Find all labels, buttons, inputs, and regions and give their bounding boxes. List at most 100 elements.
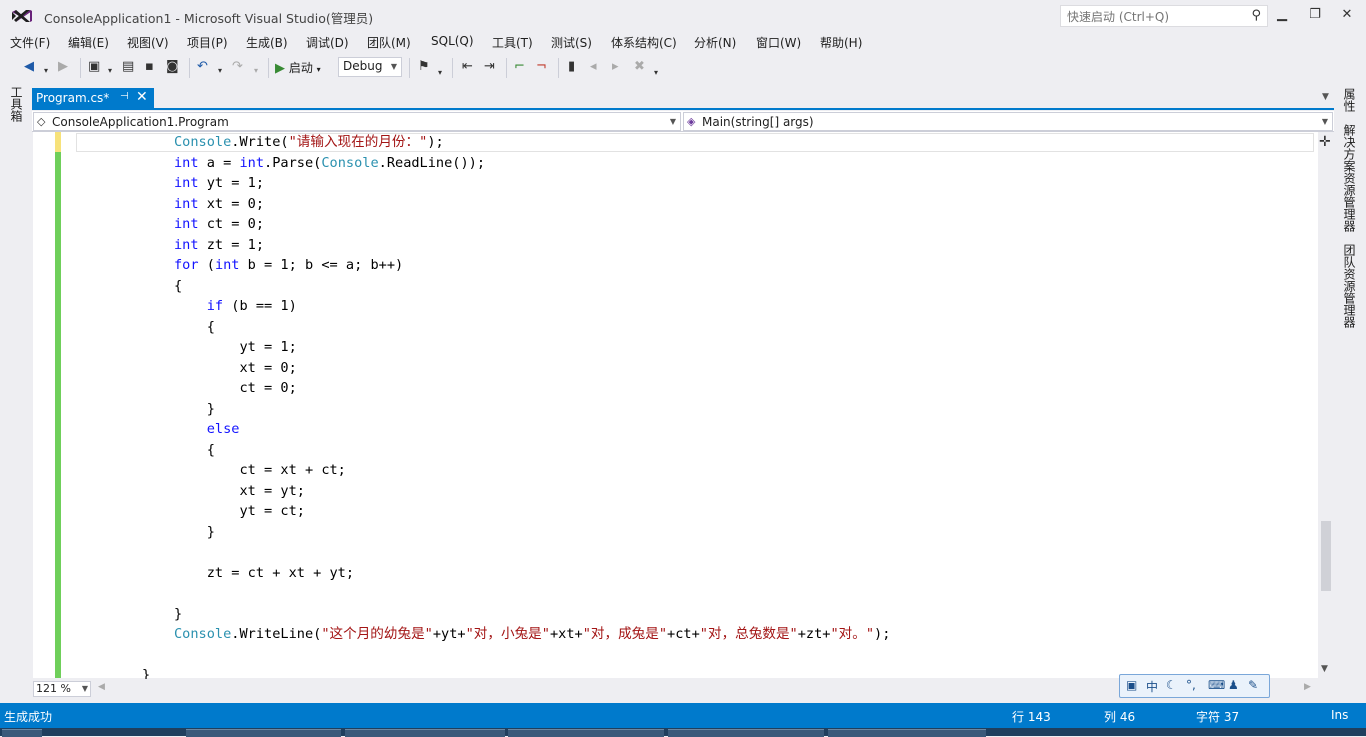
menu-tools[interactable]: 工具(T) — [492, 34, 533, 51]
menu-view[interactable]: 视图(V) — [127, 34, 169, 51]
user-icon[interactable]: ♟ — [1228, 678, 1239, 692]
menu-test[interactable]: 测试(S) — [551, 34, 592, 51]
menu-file[interactable]: 文件(F) — [10, 34, 50, 51]
code-line[interactable]: else — [174, 419, 240, 439]
toolbar-options-icon[interactable]: ▾ — [654, 65, 658, 81]
code-line[interactable]: if (b == 1) — [174, 296, 297, 316]
save-icon[interactable]: ▪ — [145, 59, 154, 75]
new-project-icon[interactable]: ▣ — [88, 59, 100, 75]
minimize-button[interactable]: ▁ — [1270, 6, 1294, 24]
menu-window[interactable]: 窗口(W) — [756, 34, 801, 51]
quick-launch-input[interactable] — [1065, 7, 1239, 27]
find-in-files-icon[interactable]: ⚑ — [418, 59, 430, 75]
code-line[interactable]: Console.Write("请输入现在的月份："); — [174, 132, 444, 152]
uncomment-icon[interactable]: ¬ — [536, 59, 547, 75]
save-all-icon[interactable]: ◙ — [166, 59, 179, 75]
member-dropdown[interactable]: ◈ Main(string[] args) ▼ — [683, 112, 1333, 131]
increase-indent-icon[interactable]: ⇥ — [484, 59, 495, 75]
code-line[interactable]: } — [174, 604, 182, 624]
back-dropdown-icon[interactable]: ▾ — [44, 63, 48, 79]
scroll-right-icon[interactable]: ▶ — [1304, 682, 1311, 692]
clear-bookmarks-icon[interactable]: ✖ — [634, 59, 645, 75]
half-width-icon[interactable]: ☾ — [1166, 678, 1177, 692]
type-dropdown[interactable]: ◇ ConsoleApplication1.Program ▼ — [33, 112, 681, 131]
start-dropdown-icon[interactable]: ▾ — [317, 65, 321, 74]
code-token: Write( — [239, 134, 289, 150]
code-line[interactable]: int xt = 0; — [174, 194, 264, 214]
code-line[interactable]: int zt = 1; — [174, 235, 264, 255]
undo-dropdown-icon[interactable]: ▾ — [218, 63, 222, 79]
menu-sql[interactable]: SQL(Q) — [431, 34, 474, 48]
bookmark-icon[interactable]: ▮ — [568, 59, 575, 75]
search-icon[interactable]: ⚲ — [1251, 8, 1261, 23]
code-line[interactable]: zt = ct + xt + yt; — [174, 563, 354, 583]
close-icon[interactable]: ✕ — [136, 89, 148, 105]
code-token: +yt+ — [432, 626, 466, 642]
properties-tab[interactable]: 属性 — [1341, 88, 1358, 112]
start-debugging-button[interactable]: ▶ 启动 ▾ — [275, 59, 321, 76]
vertical-scroll-thumb[interactable] — [1321, 521, 1331, 591]
close-window-button[interactable]: ✕ — [1335, 6, 1359, 24]
open-file-icon[interactable]: ▤ — [122, 59, 134, 75]
code-line[interactable]: { — [174, 276, 182, 296]
code-line[interactable]: int ct = 0; — [174, 214, 264, 234]
scroll-down-icon[interactable]: ▼ — [1321, 664, 1328, 674]
settings-wrench-icon[interactable]: ✎ — [1248, 678, 1258, 692]
code-token: int — [174, 195, 199, 212]
menu-help[interactable]: 帮助(H) — [820, 34, 862, 51]
tab-program-cs[interactable]: Program.cs* ⊣ ✕ — [32, 88, 154, 108]
ime-mode[interactable]: 中 — [1146, 678, 1158, 695]
vertical-scrollbar[interactable] — [1318, 132, 1334, 678]
code-line[interactable]: Console.WriteLine("这个月的幼兔是"+yt+"对，小兔是"+x… — [174, 624, 890, 644]
redo-dropdown-icon[interactable]: ▾ — [254, 63, 258, 79]
indicator-margin[interactable] — [33, 132, 54, 678]
menu-build[interactable]: 生成(B) — [246, 34, 288, 51]
ime-logo-icon[interactable]: ▣ — [1126, 678, 1137, 692]
forward-icon[interactable]: ▶ — [58, 59, 68, 75]
comment-icon[interactable]: ⌐ — [514, 59, 525, 75]
active-files-dropdown-icon[interactable]: ▼ — [1322, 92, 1329, 102]
code-line[interactable]: ct = 0; — [174, 378, 296, 398]
code-line[interactable]: int yt = 1; — [174, 173, 264, 193]
menu-edit[interactable]: 编辑(E) — [68, 34, 109, 51]
solution-configuration-select[interactable]: Debug ▼ — [338, 57, 402, 77]
code-token: .ReadLine()); — [378, 154, 486, 171]
menu-team[interactable]: 团队(M) — [367, 34, 411, 51]
code-line[interactable]: yt = ct; — [174, 501, 304, 521]
code-line[interactable]: xt = yt; — [174, 481, 304, 501]
punctuation-icon[interactable]: °, — [1186, 678, 1196, 692]
code-line[interactable]: xt = 0; — [174, 358, 296, 378]
prev-bookmark-icon[interactable]: ◂ — [590, 59, 597, 75]
code-line[interactable]: { — [174, 440, 215, 460]
code-line[interactable]: int a = int.Parse(Console.ReadLine()); — [174, 153, 485, 173]
decrease-indent-icon[interactable]: ⇤ — [462, 59, 473, 75]
keyboard-icon[interactable]: ⌨ — [1208, 678, 1225, 692]
menu-debug[interactable]: 调试(D) — [306, 34, 349, 51]
quick-launch-box[interactable]: ⚲ — [1060, 5, 1268, 27]
code-token: { — [174, 277, 183, 294]
code-line[interactable]: } — [174, 522, 215, 542]
find-dropdown-icon[interactable]: ▾ — [438, 65, 442, 81]
configuration-value: Debug — [343, 59, 383, 73]
scroll-left-icon[interactable]: ◀ — [98, 682, 105, 692]
back-icon[interactable]: ◀ — [24, 59, 34, 75]
next-bookmark-icon[interactable]: ▸ — [612, 59, 619, 75]
code-line[interactable]: ct = xt + ct; — [174, 460, 345, 480]
team-explorer-tab[interactable]: 团队资源管理器 — [1341, 244, 1358, 328]
redo-icon[interactable]: ↷ — [232, 59, 243, 75]
toolbox-tab[interactable]: 工具箱 — [8, 86, 25, 122]
code-line[interactable]: yt = 1; — [174, 337, 296, 357]
solution-explorer-tab[interactable]: 解决方案资源管理器 — [1341, 124, 1358, 232]
restore-button[interactable]: ❐ — [1303, 6, 1327, 24]
code-line[interactable]: { — [174, 317, 215, 337]
new-project-dropdown-icon[interactable]: ▾ — [108, 63, 112, 79]
undo-icon[interactable]: ↶ — [197, 59, 208, 75]
pin-icon[interactable]: ⊣ — [120, 91, 129, 102]
menu-architecture[interactable]: 体系结构(C) — [611, 34, 677, 51]
zoom-select[interactable]: 121 % ▼ — [33, 681, 91, 697]
menu-project[interactable]: 项目(P) — [187, 34, 228, 51]
code-line[interactable]: for (int b = 1; b <= a; b++) — [174, 255, 403, 275]
menu-analyze[interactable]: 分析(N) — [694, 34, 736, 51]
code-line[interactable]: } — [174, 399, 215, 419]
splitter-icon[interactable]: ✛ — [1319, 134, 1331, 150]
